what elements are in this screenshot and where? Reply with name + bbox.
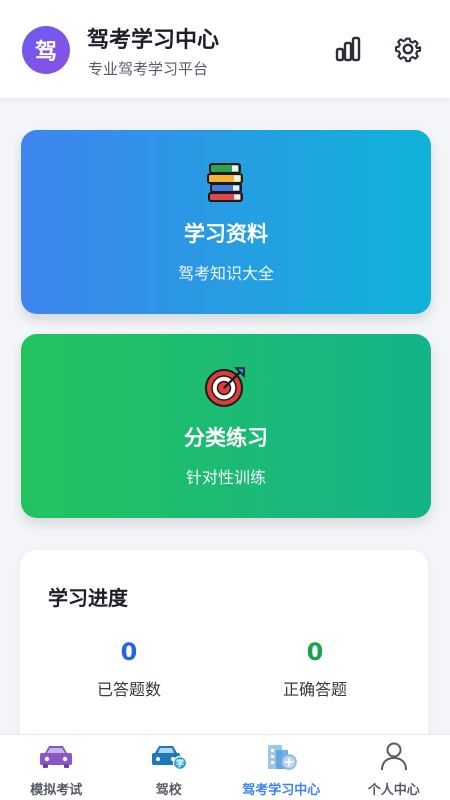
answered-count-value: 0 <box>120 638 138 666</box>
school-car-icon: 学 <box>151 741 187 771</box>
study-materials-card[interactable]: 学习资料 驾考知识大全 <box>21 130 431 314</box>
answered-count-stat: 0 已答题数 <box>34 638 224 700</box>
answered-count-label: 已答题数 <box>96 680 161 699</box>
card-subtitle: 针对性训练 <box>185 468 266 487</box>
tab-label: 模拟考试 <box>30 783 83 798</box>
car-icon <box>38 741 74 771</box>
category-practice-card[interactable]: 分类练习 针对性训练 <box>21 334 431 518</box>
card-subtitle: 驾考知识大全 <box>177 264 274 283</box>
gear-icon[interactable] <box>393 34 423 64</box>
progress-title: 学习进度 <box>48 586 128 610</box>
tab-driving-school[interactable]: 学 驾校 <box>113 735 226 800</box>
building-icon <box>263 741 299 771</box>
main-content[interactable]: 学习资料 驾考知识大全 分类练习 针对性训练 学习进度 0 已答题数 0 正确答… <box>0 98 450 734</box>
app-header: 驾 驾考学习中心 专业驾考学习平台 <box>0 0 450 98</box>
svg-text:学: 学 <box>176 758 184 768</box>
tab-label: 个人中心 <box>367 783 420 798</box>
target-icon <box>204 364 248 408</box>
books-icon <box>204 160 248 204</box>
correct-count-stat: 0 正确答题 <box>220 638 410 700</box>
bottom-tab-bar: 模拟考试 学 驾校 驾考学习中心 个人中心 <box>0 734 450 800</box>
app-subtitle: 专业驾考学习平台 <box>88 60 209 78</box>
tab-study-center[interactable]: 驾考学习中心 <box>225 735 338 800</box>
app-logo: 驾 <box>22 26 70 74</box>
user-icon <box>376 741 412 771</box>
app-title: 驾考学习中心 <box>87 28 220 53</box>
tab-personal-center[interactable]: 个人中心 <box>338 735 450 800</box>
learning-progress-panel: 学习进度 0 已答题数 0 正确答题 <box>20 550 428 734</box>
bar-chart-icon[interactable] <box>333 34 363 64</box>
card-title: 学习资料 <box>184 222 268 246</box>
card-title: 分类练习 <box>184 426 268 450</box>
tab-label: 驾考学习中心 <box>242 783 321 798</box>
correct-count-label: 正确答题 <box>282 680 347 699</box>
correct-count-value: 0 <box>306 638 324 666</box>
tab-label: 驾校 <box>155 783 182 798</box>
tab-mock-exam[interactable]: 模拟考试 <box>0 735 113 800</box>
